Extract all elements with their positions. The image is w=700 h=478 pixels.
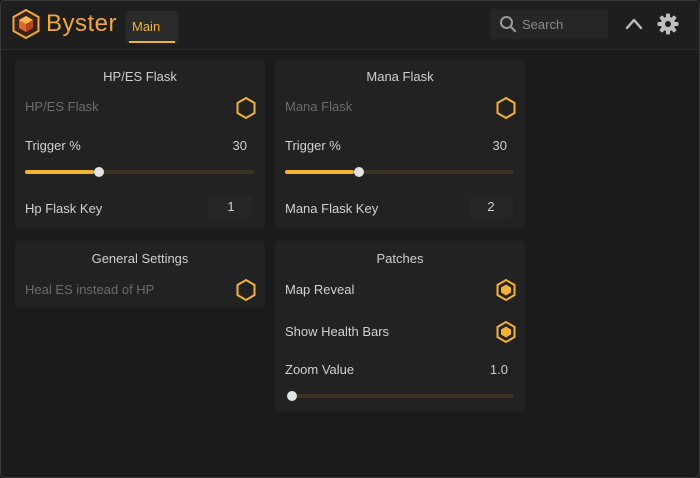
hexagon-logo-icon: [12, 9, 40, 39]
hp-trigger-slider[interactable]: [25, 167, 254, 177]
header-bar: Byster Main: [1, 1, 699, 50]
mana-flask-toggle[interactable]: [495, 96, 517, 120]
slider-thumb[interactable]: [353, 167, 364, 177]
zoom-value-label: Zoom Value: [285, 362, 355, 377]
mana-trigger-slider[interactable]: [285, 167, 514, 177]
search-input[interactable]: [522, 15, 602, 33]
slider-fill: [285, 170, 354, 174]
zoom-slider[interactable]: [287, 391, 514, 401]
hp-es-flask-toggle-label: HP/ES Flask: [25, 99, 99, 114]
panel-mana-flask: Mana Flask Mana Flask Trigger % 30 Mana …: [275, 59, 525, 229]
panel-title: HP/ES Flask: [103, 69, 177, 84]
search-box[interactable]: [490, 9, 608, 39]
slider-fill: [25, 170, 94, 174]
heal-es-toggle-label: Heal ES instead of HP: [25, 282, 155, 297]
hp-trigger-label: Trigger %: [25, 138, 81, 153]
slider-track: [287, 394, 514, 398]
tab-active-indicator: [129, 41, 175, 43]
show-health-bars-toggle[interactable]: [495, 320, 517, 344]
chevron-up-icon[interactable]: [624, 14, 644, 34]
panel-title: Mana Flask: [366, 69, 434, 84]
hp-flask-key-field[interactable]: 1: [209, 196, 253, 218]
slider-thumb[interactable]: [287, 391, 297, 401]
slider-thumb[interactable]: [93, 167, 104, 177]
mana-flask-key-label: Mana Flask Key: [285, 201, 379, 216]
hp-es-flask-toggle[interactable]: [235, 96, 257, 120]
panel-title: General Settings: [91, 251, 189, 266]
mana-flask-toggle-label: Mana Flask: [285, 99, 353, 114]
heal-es-toggle[interactable]: [235, 278, 257, 302]
panel-general-settings: General Settings Heal ES instead of HP: [15, 241, 265, 307]
search-icon: [500, 16, 517, 33]
app-window: Byster Main Search HP/ES Flask HP/ES Fla…: [0, 0, 700, 478]
map-reveal-toggle[interactable]: [495, 278, 517, 302]
mana-flask-key-field[interactable]: 2: [469, 196, 513, 218]
mana-trigger-label: Trigger %: [285, 138, 341, 153]
zoom-value: 1.0: [489, 362, 508, 377]
panel-patches: Patches Map Reveal Show Health Bars Zoom…: [275, 241, 525, 411]
mana-trigger-value: 30: [492, 138, 507, 153]
tab-main[interactable]: Main: [126, 11, 178, 43]
gear-icon[interactable]: [657, 13, 679, 35]
map-reveal-label: Map Reveal: [285, 282, 355, 297]
panel-title: Patches: [376, 251, 424, 266]
panel-hp-es-flask: HP/ES Flask HP/ES Flask Trigger % 30 Hp …: [15, 59, 265, 229]
tab-label: Main: [132, 19, 161, 34]
hp-flask-key-label: Hp Flask Key: [25, 201, 103, 216]
hp-trigger-value: 30: [232, 138, 247, 153]
show-health-bars-label: Show Health Bars: [285, 324, 390, 339]
brand-name: Byster: [46, 10, 118, 37]
